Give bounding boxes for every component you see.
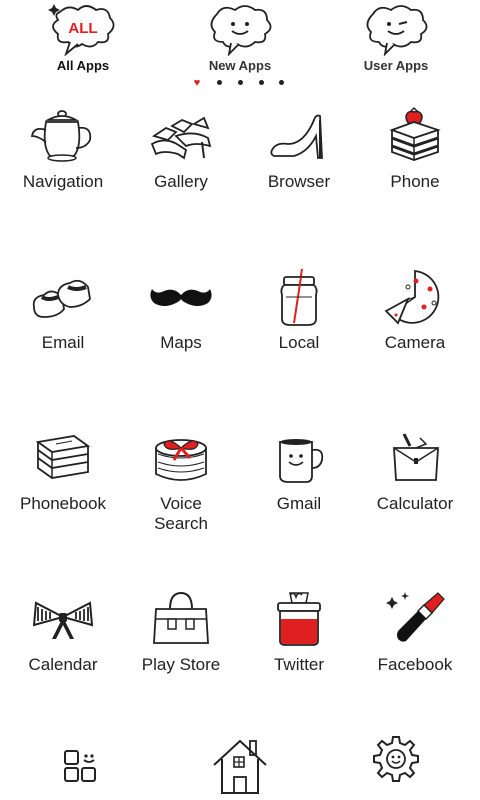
- app-browser[interactable]: Browser: [240, 106, 358, 246]
- lipstick-icon: [386, 592, 445, 642]
- app-email[interactable]: Email: [4, 267, 122, 407]
- tab-new-apps[interactable]: New Apps: [180, 2, 300, 78]
- app-calendar[interactable]: Calendar: [4, 589, 122, 729]
- bubble-text: ALL: [68, 20, 97, 37]
- bow-icon: [32, 601, 94, 639]
- app-camera[interactable]: Camera: [356, 267, 474, 407]
- app-label: Gmail: [276, 494, 322, 513]
- app-label: Voice Search: [154, 494, 208, 533]
- dock-bar: [0, 735, 480, 800]
- app-facebook[interactable]: Facebook: [356, 589, 474, 729]
- mug-icon: [279, 439, 324, 483]
- teapot-icon: [30, 110, 92, 162]
- app-label: Navigation: [22, 172, 104, 191]
- app-label: Browser: [267, 172, 331, 191]
- app-gmail[interactable]: Gmail: [240, 428, 358, 568]
- high-heel-icon: [270, 114, 323, 159]
- app-label: Facebook: [377, 655, 453, 674]
- sandals-icon: [150, 116, 212, 160]
- gift-box-icon: [155, 439, 207, 481]
- app-label: Play Store: [141, 655, 221, 674]
- app-local[interactable]: Local: [240, 267, 358, 407]
- app-phonebook[interactable]: Phonebook: [4, 428, 122, 568]
- app-twitter[interactable]: Twitter: [240, 589, 358, 729]
- app-phone[interactable]: Phone: [356, 106, 474, 246]
- settings-gear-icon: [373, 736, 419, 782]
- app-label: Gallery: [154, 172, 208, 191]
- page-indicator: ♥: [0, 78, 480, 90]
- app-label: Maps: [160, 333, 202, 352]
- mustache-icon: [150, 289, 212, 306]
- books-icon: [35, 435, 91, 479]
- app-maps[interactable]: Maps: [122, 267, 240, 407]
- page-dot[interactable]: [256, 78, 266, 88]
- tab-label: User Apps: [363, 58, 429, 73]
- app-voice-search[interactable]: Voice Search: [122, 428, 240, 568]
- app-label: Phone: [390, 172, 440, 191]
- page-dot[interactable]: [214, 78, 224, 88]
- app-label: Email: [41, 333, 85, 352]
- tab-label: All Apps: [56, 58, 110, 73]
- page-dot[interactable]: [235, 78, 245, 88]
- settings-button[interactable]: [356, 735, 436, 797]
- app-gallery[interactable]: Gallery: [122, 106, 240, 246]
- app-navigation[interactable]: Navigation: [4, 106, 122, 246]
- app-label: Calculator: [376, 494, 454, 513]
- handbag-icon: [153, 591, 209, 644]
- app-drawer-button[interactable]: [42, 735, 122, 797]
- app-label: Camera: [384, 333, 446, 352]
- mason-jar-icon: [280, 268, 318, 326]
- app-play-store[interactable]: Play Store: [122, 589, 240, 729]
- page-dot-current-heart-icon[interactable]: ♥: [192, 78, 202, 89]
- tab-all-apps[interactable]: ALL All Apps: [23, 2, 143, 78]
- app-label: Local: [278, 333, 320, 352]
- app-label: Calendar: [28, 655, 98, 674]
- app-drawer-tabs: ALL All Apps New Apps User Apps: [0, 0, 480, 80]
- app-calculator[interactable]: Calculator: [356, 428, 474, 568]
- pouch-icon: [393, 433, 439, 481]
- strawberry-cake-icon: [389, 106, 441, 161]
- app-label: Twitter: [273, 655, 325, 674]
- home-button[interactable]: [200, 735, 280, 797]
- speech-bubble-wink-icon: [366, 5, 428, 56]
- pizza-icon: [384, 270, 440, 325]
- app-label: Phonebook: [19, 494, 107, 513]
- speech-bubble-smile-icon: [210, 5, 272, 56]
- shoes-icon: [32, 279, 91, 318]
- tab-label: New Apps: [208, 58, 272, 73]
- jam-jar-icon: [277, 592, 321, 646]
- house-icon: [213, 739, 267, 794]
- speech-bubble-all-icon: ALL: [48, 4, 115, 56]
- tab-user-apps[interactable]: User Apps: [336, 2, 456, 78]
- app-grid-icon: [64, 750, 96, 782]
- page-dot[interactable]: [276, 78, 286, 88]
